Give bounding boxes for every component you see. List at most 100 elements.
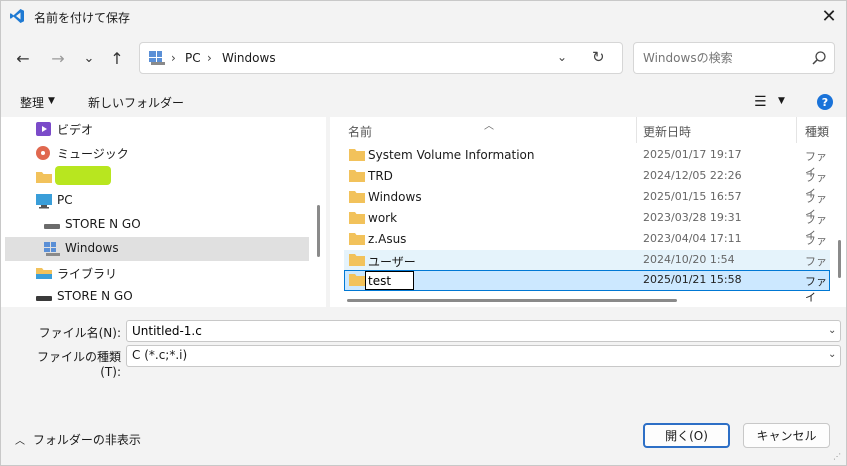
folder-icon (349, 191, 365, 203)
recent-locations-button[interactable]: ⌄ (77, 46, 101, 70)
filetype-select[interactable]: C (*.c;*.i) (126, 345, 841, 367)
address-separator: › (171, 51, 176, 65)
file-name: ユーザー (368, 255, 416, 269)
nav-item-library[interactable]: ライブラリ (5, 261, 309, 285)
folder-icon (349, 170, 365, 182)
search-icon (812, 51, 826, 65)
file-row-hover[interactable]: ユーザー 2024/10/20 1:54 ファイ (344, 250, 830, 284)
cancel-button[interactable]: キャンセル (743, 423, 830, 448)
nav-item-highlighted-folder[interactable] (5, 165, 309, 189)
filename-input[interactable] (126, 320, 841, 342)
nav-item-store-n-go[interactable]: STORE N GO (5, 213, 309, 237)
file-row[interactable]: TRD 2024/12/05 22:26 ファイ (344, 166, 830, 200)
address-dropdown-icon[interactable]: ⌄ (557, 50, 567, 64)
windows-drive-icon (149, 51, 165, 65)
up-button[interactable]: ↑ (105, 46, 129, 70)
navigation-pane: ビデオ ミュージック PC STORE N GO Windows ライブラリ S… (1, 117, 326, 307)
file-date: 2025/01/21 15:58 (643, 273, 742, 286)
folder-icon (349, 212, 365, 224)
forward-button[interactable]: → (46, 46, 70, 70)
chevron-up-icon: ︿ (15, 436, 25, 447)
filename-label: ファイル名(N): (38, 326, 121, 340)
video-icon (36, 122, 51, 136)
file-row-renaming[interactable]: 2025/01/21 15:58 ファイ (344, 270, 830, 304)
drive-icon (36, 296, 52, 301)
highlight-marker (55, 166, 111, 185)
file-date: 2025/01/15 16:57 (643, 190, 742, 203)
chevron-down-icon[interactable]: ⌄ (828, 325, 836, 336)
column-divider[interactable] (796, 117, 797, 143)
file-name: work (368, 211, 398, 225)
column-divider[interactable] (636, 117, 637, 143)
file-row[interactable]: Windows 2025/01/15 16:57 ファイ (344, 187, 830, 221)
chevron-down-icon: ⌄ (83, 50, 95, 66)
file-row[interactable]: z.Asus 2023/04/04 17:11 ファイ (344, 229, 830, 263)
folder-icon (349, 233, 365, 245)
nav-item-music[interactable]: ミュージック (5, 141, 309, 165)
nav-item-label: ビデオ (57, 123, 94, 137)
save-as-dialog: 名前を付けて保存 ✕ ← → ⌄ ↑ › PC › Windows ⌄ ↻ Wi… (0, 0, 847, 466)
address-bar[interactable]: › PC › Windows ⌄ ↻ (139, 42, 623, 74)
file-name: z.Asus (368, 232, 407, 246)
organize-button[interactable]: 整理 (20, 94, 44, 111)
file-list-horizontal-scrollbar[interactable] (347, 299, 677, 302)
column-header-name[interactable]: 名前 (348, 123, 372, 140)
file-date: 2024/10/20 1:54 (643, 253, 735, 266)
search-box[interactable] (633, 42, 835, 74)
close-button[interactable]: ✕ (812, 1, 846, 32)
nav-item-video[interactable]: ビデオ (5, 117, 309, 141)
folder-icon (349, 274, 365, 286)
file-date: 2023/04/04 17:11 (643, 232, 742, 245)
window-title: 名前を付けて保存 (34, 11, 131, 25)
nav-item-label: ライブラリ (57, 267, 118, 281)
folder-icon (36, 172, 52, 183)
title-bar: 名前を付けて保存 ✕ (1, 1, 846, 32)
file-date: 2023/03/28 19:31 (643, 211, 742, 224)
hide-folders-button[interactable]: ︿ フォルダーの非表示 (15, 431, 141, 448)
back-button[interactable]: ← (11, 46, 35, 70)
file-list: ︿ 名前 更新日時 種類 System Volume Information 2… (330, 117, 846, 307)
resize-grip-icon[interactable]: ⋰ (833, 452, 843, 462)
file-name: System Volume Information (368, 148, 535, 162)
file-type: ファイ (805, 275, 827, 304)
close-icon: ✕ (821, 6, 837, 27)
file-date: 2025/01/17 19:17 (643, 148, 742, 161)
chevron-down-icon[interactable]: ⌄ (828, 349, 836, 360)
nav-item-label: STORE N GO (65, 217, 141, 231)
caret-down-icon[interactable]: ▼ (778, 96, 785, 106)
rename-input[interactable] (365, 271, 414, 290)
folder-icon (349, 149, 365, 161)
nav-pane-scrollbar[interactable] (317, 205, 320, 257)
search-input[interactable] (643, 51, 803, 65)
drive-icon (44, 224, 60, 229)
vscode-icon (10, 9, 24, 23)
pc-icon (36, 194, 52, 209)
file-list-vertical-scrollbar[interactable] (838, 240, 841, 278)
library-icon (36, 268, 52, 279)
file-name: TRD (368, 169, 393, 183)
file-row[interactable]: System Volume Information 2025/01/17 19:… (344, 145, 830, 179)
arrow-right-icon: → (51, 48, 65, 68)
caret-down-icon: ▼ (48, 96, 55, 106)
arrow-left-icon: ← (16, 48, 30, 68)
nav-item-store-n-go-2[interactable]: STORE N GO (5, 285, 309, 309)
address-segment-windows[interactable]: Windows (222, 51, 276, 65)
filetype-value: C (*.c;*.i) (132, 348, 188, 362)
nav-item-label: PC (57, 193, 73, 207)
new-folder-button[interactable]: 新しいフォルダー (88, 94, 184, 111)
help-icon[interactable]: ? (817, 94, 833, 110)
column-header-type[interactable]: 種類 (805, 123, 829, 140)
filetype-label: ファイルの種類(T): (36, 350, 121, 379)
view-options-icon[interactable]: ☰ (754, 94, 767, 110)
address-segment-pc[interactable]: PC (185, 51, 201, 65)
nav-item-pc[interactable]: PC (5, 189, 309, 213)
file-date: 2024/12/05 22:26 (643, 169, 742, 182)
open-button[interactable]: 開く(O) (643, 423, 730, 448)
nav-item-windows[interactable]: Windows (5, 237, 309, 261)
file-row[interactable]: work 2023/03/28 19:31 ファイ (344, 208, 830, 242)
file-name: Windows (368, 190, 422, 204)
hide-folders-label: フォルダーの非表示 (32, 433, 141, 447)
column-header-date[interactable]: 更新日時 (643, 123, 691, 140)
refresh-icon[interactable]: ↻ (592, 48, 605, 66)
music-icon (36, 146, 50, 160)
